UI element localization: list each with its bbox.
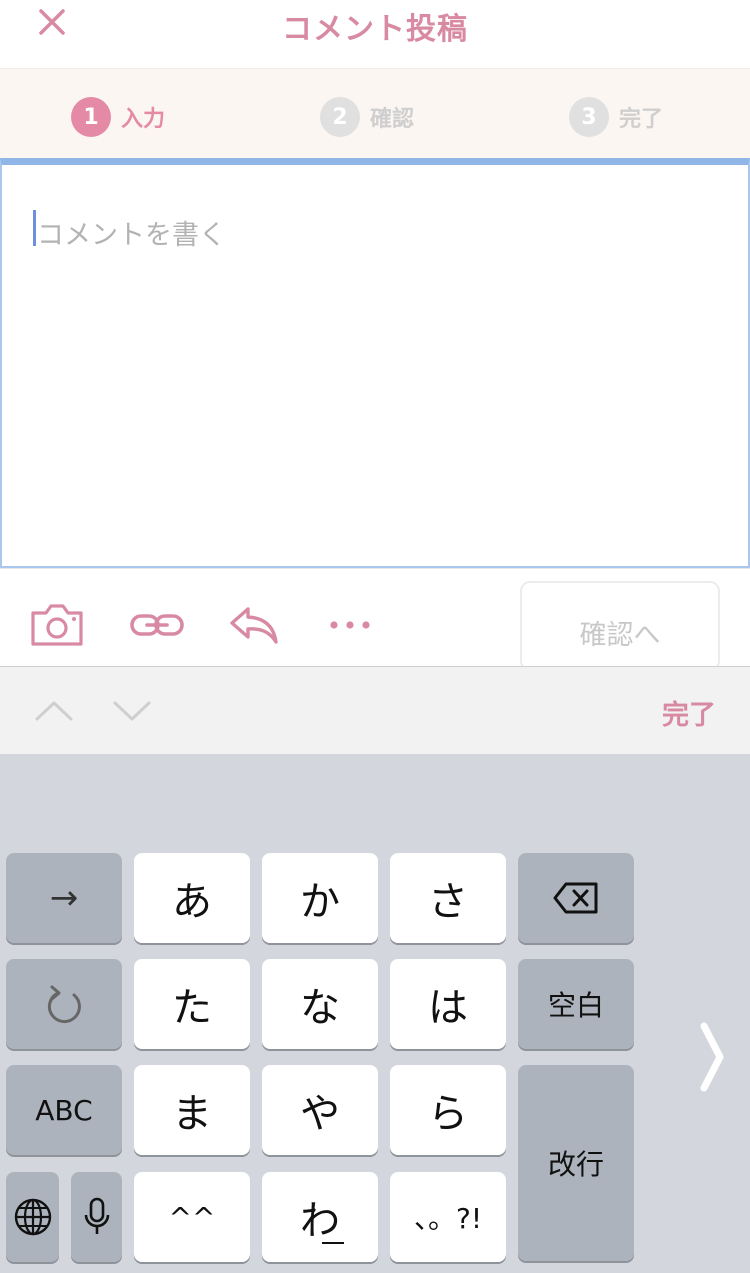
key-ta[interactable]: た [134,959,250,1049]
space-key[interactable]: 空白 [518,959,634,1049]
more-icon [330,621,370,629]
reply-button[interactable] [226,599,282,651]
return-key[interactable]: 改行 [518,1065,634,1261]
comment-input[interactable]: コメントを書く [0,158,750,568]
emoticon-key[interactable]: ^^ [134,1172,250,1262]
key-a[interactable]: あ [134,853,250,943]
key-ma[interactable]: ま [134,1065,250,1155]
step-complete: 3 完了 [569,97,663,137]
previous-field-button[interactable] [32,693,76,729]
step-indicator: 1 入力 2 確認 3 完了 [0,68,750,158]
japanese-keyboard: → あ か さ た な は 空白 ABC ま や ら 改行 ^^ わ 、。?! [0,754,750,1273]
page-title: コメント投稿 [282,12,468,47]
key-sa[interactable]: さ [390,853,506,943]
camera-button[interactable] [28,599,86,651]
mic-icon [84,1197,109,1234]
step-number: 2 [320,97,360,137]
delete-icon [553,882,598,914]
microphone-key[interactable] [71,1172,122,1262]
text-caret [33,210,36,246]
chevron-down-icon [113,701,151,721]
undo-icon [47,985,81,1023]
globe-icon [14,1198,51,1236]
step-label: 確認 [370,107,415,132]
step-confirm: 2 確認 [320,97,414,137]
reply-icon [230,607,278,644]
key-ha[interactable]: は [390,959,506,1049]
key-ka[interactable]: か [262,853,378,943]
link-icon [130,614,184,636]
camera-icon [31,604,83,646]
punctuation-key[interactable]: 、。?! [390,1172,506,1262]
header-bar: コメント投稿 [0,0,750,68]
step-number: 3 [569,97,609,137]
key-ra[interactable]: ら [390,1065,506,1155]
abc-key[interactable]: ABC [6,1065,122,1155]
done-button[interactable]: 完了 [662,693,716,732]
chevron-up-icon [35,701,73,721]
next-field-button[interactable] [110,693,154,729]
confirm-button[interactable]: 確認へ [520,581,720,671]
link-button[interactable] [128,599,186,651]
arrow-key-label: → [49,878,79,918]
step-label: 入力 [121,107,166,132]
key-ya[interactable]: や [262,1065,378,1155]
comment-toolbar: 確認へ [0,568,750,671]
step-number: 1 [71,97,111,137]
undo-key[interactable] [6,959,122,1049]
more-button[interactable] [322,599,378,651]
comment-placeholder: コメントを書く [37,220,226,251]
key-wa[interactable]: わ [262,1172,378,1262]
next-page-arrow-icon[interactable] [698,1022,728,1092]
globe-key[interactable] [6,1172,59,1262]
delete-key[interactable] [518,853,634,943]
key-wa-underline [322,1242,344,1244]
key-na[interactable]: な [262,959,378,1049]
step-input: 1 入力 [71,97,165,137]
step-label: 完了 [619,107,664,132]
arrow-key[interactable]: → [6,853,122,943]
key-wa-label: わ [300,1198,340,1244]
keyboard-accessory-bar: 完了 [0,666,750,754]
